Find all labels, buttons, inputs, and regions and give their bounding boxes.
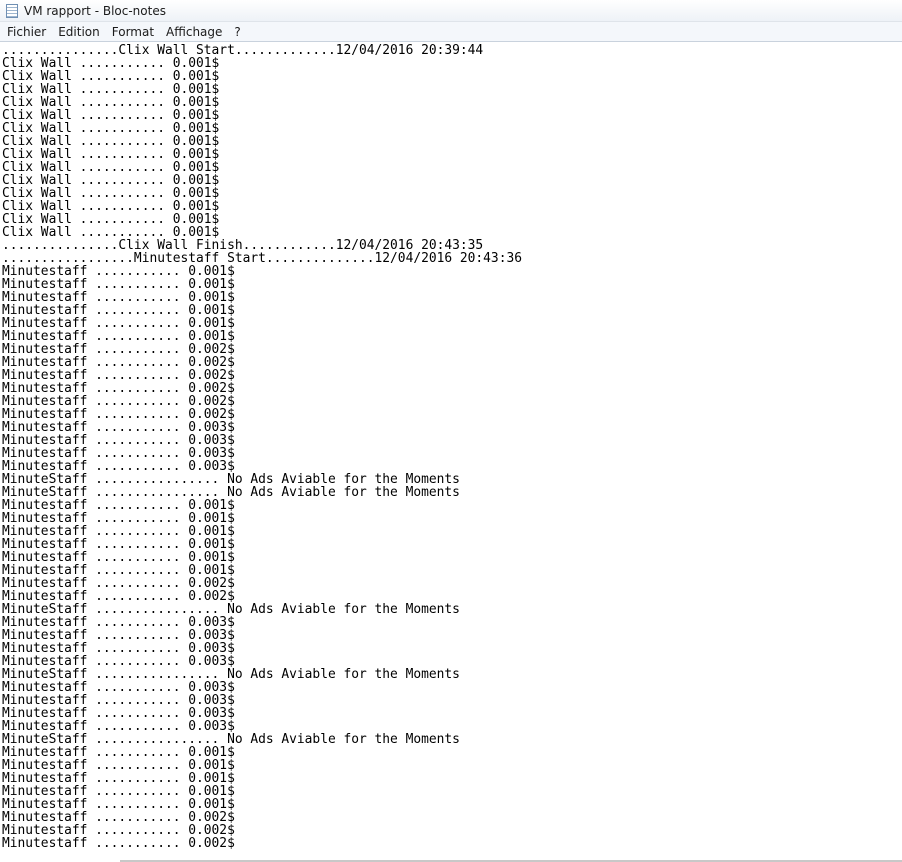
menu-edition[interactable]: Edition [52, 22, 106, 42]
notepad-window: VM rapport - Bloc-notes Fichier Edition … [0, 0, 902, 862]
menu-fichier[interactable]: Fichier [1, 22, 52, 42]
window-title: VM rapport - Bloc-notes [24, 3, 166, 18]
text-line: Minutestaff ........... 0.002$ [2, 836, 235, 851]
title-bar[interactable]: VM rapport - Bloc-notes [0, 0, 902, 22]
menu-help[interactable]: ? [228, 22, 246, 42]
menu-bar: Fichier Edition Format Affichage ? [0, 22, 902, 42]
text-editor-area[interactable]: ...............Clix Wall Start..........… [0, 43, 902, 862]
menu-affichage[interactable]: Affichage [160, 22, 228, 42]
menu-format[interactable]: Format [106, 22, 160, 42]
notepad-icon [6, 3, 18, 18]
